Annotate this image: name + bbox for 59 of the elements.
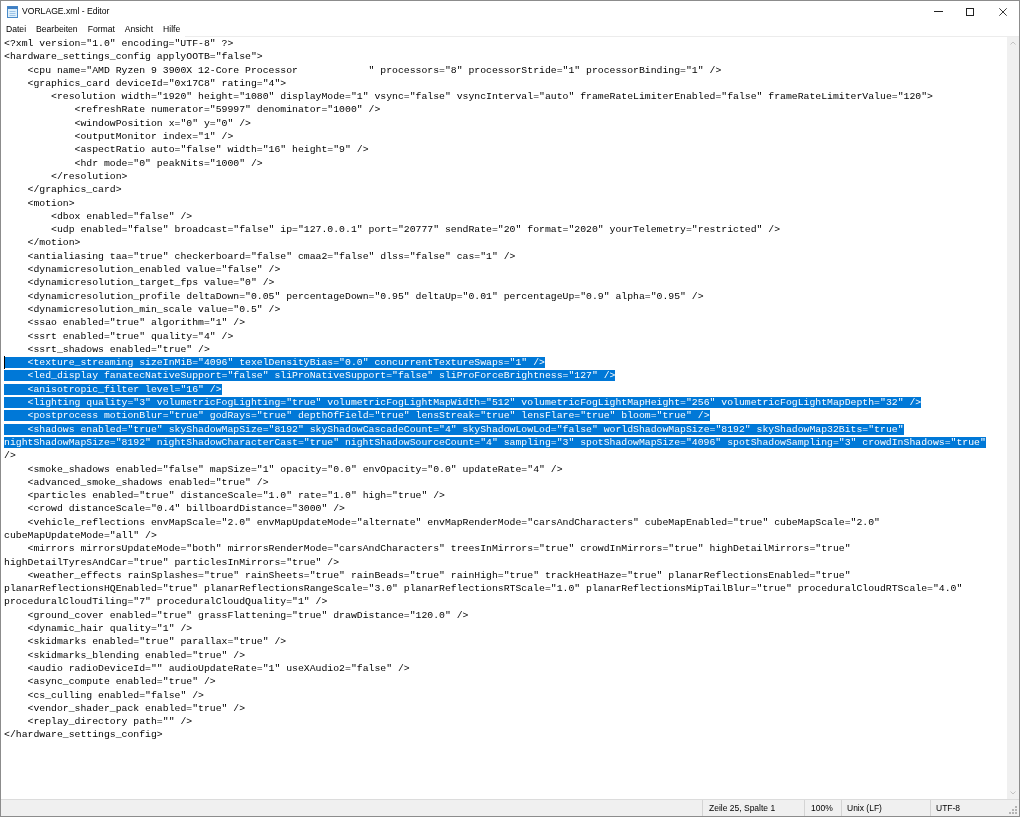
code-line: <weather_effects rainSplashes="true" rainSheets="true" rainBeads="true" rainHigh="true" trackHeatHaze="true" planarReflectionsEnabled="true" (27, 569, 851, 581)
code-line: <motion> (27, 197, 75, 209)
code-line: <dynamicresolution_min_scale value="0.5" /> (27, 303, 281, 315)
code-line: <?xml version="1.0" encoding="UTF-8" ?> (4, 38, 234, 49)
code-line: <vendor_shader_pack enabled="true" /> (27, 702, 246, 714)
chevron-up-icon[interactable] (1010, 41, 1016, 45)
code-line: <dbox enabled="false" /> (51, 210, 193, 222)
code-line: <windowPosition x="0" y="0" /> (74, 117, 251, 129)
code-line: /> (4, 450, 16, 462)
code-line: <skidmarks enabled="true" parallax="true" /> (27, 636, 287, 648)
code-line: <ground_cover enabled="true" grassFlattening="true" drawDistance="120.0" /> (27, 609, 469, 621)
code-line: <advanced_smoke_shadows enabled="true" /> (27, 476, 269, 488)
code-line: <crowd distanceScale="0.4" billboardDistance="3000" /> (27, 503, 345, 515)
code-line: <audio radioDeviceId="" audioUpdateRate="1" useXAudio2="false" /> (27, 662, 410, 674)
maximize-icon (966, 7, 974, 16)
encoding: UTF-8 (936, 801, 961, 815)
window-title: VORLAGE.xml - Editor (22, 5, 110, 18)
code-line: <vehicle_reflections envMapScale="2.0" envMapUpdateMode="alternate" envMapRenderMode="carsAndCharacters" cubeMapEnabled="true" cubeMapScale="2.0" (27, 516, 880, 528)
code-line: <dynamicresolution_profile deltaDown="0.05" percentageDown="0.95" deltaUp="0.01" percentageUp="0.9" alpha="0.95" /> (27, 290, 704, 302)
code-line: <dynamic_hair quality="1" /> (27, 623, 193, 635)
code-line: <resolution width="1920" height="1080" displayMode="1" vsync="false" vsyncInterval="auto" frameRateLimiterEnabled="false" frameRateLimiterValue="120"> (51, 91, 933, 103)
code-line: </resolution> (51, 170, 128, 182)
code-line: <ssrt_shadows enabled="true" /> (27, 343, 210, 355)
code-line: <udp enabled="false" broadcast="false" ip="127.0.0.1" port="20777" sendRate="20" format="2020" yourTelemetry="restricted" /> (51, 224, 781, 236)
notepad-icon (7, 5, 18, 18)
code-line: <outputMonitor index="1" /> (74, 131, 234, 143)
code-line: <cpu name="AMD Ryzen 9 3900X 12-Core Processor " processors="8" processorStride="1" processorBinding="1" /> (27, 64, 722, 76)
zoom-level: 100% (811, 801, 833, 815)
code-line: <particles enabled="true" distanceScale="1.0" rate="1.0" high="true" /> (27, 490, 445, 502)
code-line: <ssrt enabled="true" quality="4" /> (27, 330, 234, 342)
code-line: </graphics_card> (27, 184, 122, 196)
code-line: </motion> (27, 237, 81, 249)
resize-grip-icon[interactable] (1009, 806, 1017, 814)
code-line: highDetailTyresAndCar="true" particlesInMirrors="true" /> (4, 556, 340, 568)
chevron-down-icon[interactable] (1010, 791, 1016, 795)
code-line: <smoke_shadows enabled="false" mapSize="1" opacity="0.0" envOpacity="0.0" updateRate="4" /> (27, 463, 563, 475)
code-line: <ssao enabled="true" algorithm="1" /> (27, 317, 246, 329)
code-line: planarReflectionsHQEnabled="true" planarReflectionsRangeScale="3.0" planarReflectionsRTScale="1.0" planarReflectionsMipTailBlur="true" proceduralCloudRTScale="4.0" (4, 583, 963, 595)
line-ending: Unix (LF) (847, 801, 882, 815)
close-icon (998, 7, 1007, 16)
code-line: <hardware_settings_config applyOOTB="false"> (4, 51, 263, 63)
code-line: <dynamicresolution_target_fps value="0" /> (27, 277, 275, 289)
code-line: <hdr mode="0" peakNits="1000" /> (74, 157, 263, 169)
code-line: <replay_directory path="" /> (27, 716, 193, 728)
code-line: <cs_culling enabled="false" /> (27, 689, 204, 701)
code-line: <aspectRatio auto="false" width="16" height="9" /> (74, 144, 369, 156)
scrollbar[interactable] (1007, 37, 1019, 799)
code-line: <dynamicresolution_enabled value="false" /> (27, 264, 281, 276)
code-line: <skidmarks_blending enabled="true" /> (27, 649, 246, 661)
cursor-position: Zeile 25, Spalte 1 (709, 801, 776, 815)
minimize-icon (933, 11, 943, 12)
code-line: proceduralCloudTiling="7" proceduralCloudQuality="1" /> (4, 596, 328, 608)
code-line: <mirrors mirrorsUpdateMode="both" mirrorsRenderMode="carsAndCharacters" treesInMirrors="true" crowdInMirrors="true" highDetailMirrors="true" (27, 543, 851, 555)
code-line: <graphics_card deviceId="0x17C8" rating="4"> (27, 77, 287, 89)
code-line: <antialiasing taa="true" checkerboard="false" cmaa2="false" dlss="false" cas="1" /> (27, 250, 516, 262)
code-line: <refreshRate numerator="59997" denominator="1000" /> (74, 104, 381, 116)
code-line: cubeMapUpdateMode="all" /> (4, 530, 157, 541)
code-line: <async_compute enabled="true" /> (27, 676, 216, 688)
code-line: </hardware_settings_config> (4, 729, 163, 741)
